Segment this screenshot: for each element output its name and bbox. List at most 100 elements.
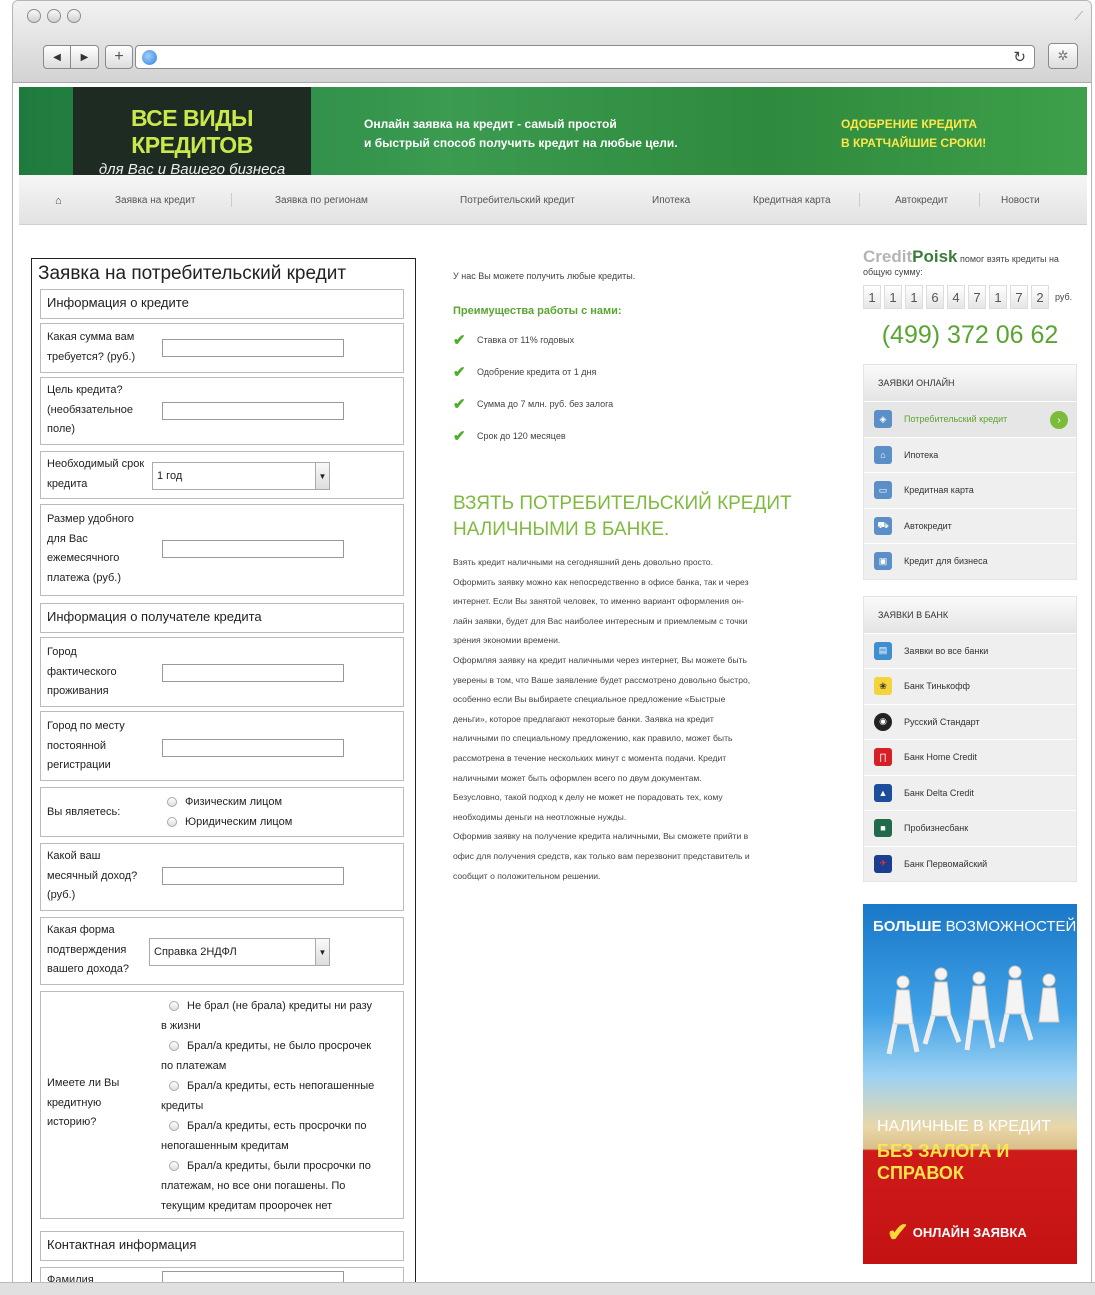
menu-item-credit-request[interactable]: Заявка на кредит	[115, 195, 195, 206]
banner-slogan-line: и быстрый способ получить кредит на любы…	[364, 136, 678, 150]
sidebar-item-pervomaisky[interactable]: ✈ Банк Первомайский	[864, 845, 1076, 882]
radio-individual[interactable]: Физическим лицом	[167, 792, 282, 812]
radio-button[interactable]	[167, 817, 177, 828]
sidebar-item-russian-standard[interactable]: ◉ Русский Стандарт	[864, 703, 1076, 740]
checkmark-icon: ✔	[887, 1217, 909, 1247]
home-icon[interactable]: ⌂	[55, 195, 62, 207]
forward-button[interactable]: ▶	[71, 45, 99, 69]
income-row: Какой ваш месячный доход? (руб.)	[40, 843, 404, 911]
banner-promo: ОДОБРЕНИЕ КРЕДИТА В КРАТЧАЙШИЕ СРОКИ!	[841, 115, 986, 153]
sidebar-item-home-credit[interactable]: ∏ Банк Home Credit	[864, 739, 1076, 775]
radio-history-no-overdue[interactable]: Брал/а кредиты, не было просрочек по пла…	[161, 1036, 401, 1076]
menu-divider	[859, 193, 860, 207]
city-label: Город фактического проживания	[47, 643, 117, 702]
counter-digit: 7	[1010, 285, 1028, 309]
sidebar-item-credit-card[interactable]: ▭ Кредитная карта	[864, 472, 1076, 508]
online-request-button[interactable]: ✔ ОНЛАЙН ЗАЯВКА	[887, 1217, 1027, 1248]
currency-label: руб.	[1055, 292, 1073, 302]
menu-item-credit-card[interactable]: Кредитная карта	[753, 195, 831, 206]
promo-headline-rest: ВОЗМОЖНОСТЕЙ	[941, 918, 1077, 935]
sidebar-item-consumer-credit[interactable]: ◈ Потребительский кредит ›	[864, 401, 1076, 437]
advantage-item: ✔ Ставка от 11% годовых	[453, 331, 813, 349]
article-line: уверены в том, что Ваше заявление будет …	[453, 674, 751, 685]
city-input[interactable]	[162, 664, 344, 682]
label-line: проживания	[47, 685, 109, 697]
radio-button[interactable]	[169, 1121, 179, 1132]
income-proof-select[interactable]: Справка 2НДФЛ ▼	[149, 938, 330, 966]
radio-history-never[interactable]: Не брал (не брала) кредиты ни разу в жиз…	[161, 996, 401, 1036]
promo-banner[interactable]: БОЛЬШЕ ВОЗМОЖНОСТЕЙ НАЛИЧНЫЕ В КРЕДИТ БЕ…	[863, 904, 1077, 1264]
promo-headline-bold: БОЛЬШЕ	[873, 918, 942, 935]
check-icon: ✔	[453, 364, 466, 381]
radio-button[interactable]	[169, 1001, 179, 1012]
income-proof-label: Какая форма подтверждения вашего дохода?	[47, 921, 129, 980]
sidebar-item-autocredit[interactable]: ⛟ Автокредит	[864, 507, 1076, 544]
radio-button[interactable]	[169, 1161, 179, 1172]
payment-input[interactable]	[162, 540, 344, 558]
income-proof-value: Справка 2НДФЛ	[154, 946, 237, 958]
sidebar-item-label: Кредитная карта	[904, 485, 974, 496]
document-icon: ▤	[874, 641, 892, 660]
intro-text: У нас Вы можете получить любые кредиты.	[453, 271, 636, 281]
sidebar-item-delta-credit[interactable]: ▲ Банк Delta Credit	[864, 774, 1076, 811]
article-line: Оформить заявку можно как непосредственн…	[453, 576, 749, 587]
phone-number[interactable]: (499) 372 06 62	[863, 321, 1077, 350]
purpose-input[interactable]	[162, 402, 344, 420]
sidebar-item-mortgage[interactable]: ⌂ Ипотека	[864, 436, 1076, 473]
income-input[interactable]	[162, 867, 344, 885]
label-line: Город по месту	[47, 720, 125, 732]
radio-history-overdue[interactable]: Брал/а кредиты, есть просрочки по непога…	[161, 1116, 401, 1156]
sidebar-item-all-banks[interactable]: ▤ Заявки во все банки	[864, 632, 1076, 669]
minimize-window-button[interactable]	[47, 9, 61, 23]
new-tab-button[interactable]: +	[105, 45, 133, 69]
radio-button[interactable]	[169, 1081, 179, 1092]
check-icon: ✔	[453, 428, 466, 445]
site-logo[interactable]: ВСЕ ВИДЫ КРЕДИТОВ для Вас и Вашего бизне…	[73, 87, 311, 178]
menu-item-news[interactable]: Новости	[1001, 195, 1040, 206]
menu-item-mortgage[interactable]: Ипотека	[652, 195, 690, 206]
sidebar-item-probusinessbank[interactable]: ■ Пробизнесбанк	[864, 810, 1076, 846]
amount-input[interactable]	[162, 339, 344, 357]
reload-icon[interactable]: ↻	[1013, 48, 1026, 66]
person-type-row: Вы являетесь: Физическим лицом Юридическ…	[40, 787, 404, 837]
advantage-text: Ставка от 11% годовых	[477, 335, 575, 345]
menu-item-regions[interactable]: Заявка по регионам	[275, 195, 368, 206]
radio-history-repaid[interactable]: Брал/а кредиты, были просрочки по платеж…	[161, 1156, 401, 1216]
label-line: подтверждения	[47, 943, 127, 956]
briefcase-icon: ▣	[874, 552, 892, 571]
home-credit-logo-icon: ∏	[874, 748, 892, 767]
radio-button[interactable]	[167, 797, 177, 808]
menu-item-consumer-credit[interactable]: Потребительский кредит	[460, 195, 575, 206]
banner-slogan: Онлайн заявка на кредит - самый простой …	[364, 115, 678, 153]
car-icon: ⛟	[874, 516, 892, 535]
sidebar-item-tinkoff[interactable]: ❀ Банк Тинькофф	[864, 668, 1076, 704]
article-line: сообщит о положительном решении.	[453, 870, 601, 881]
advantage-item: ✔ Срок до 120 месяцев	[453, 427, 813, 445]
address-bar[interactable]: ↻	[135, 45, 1035, 69]
radio-button[interactable]	[169, 1041, 179, 1052]
banner-slogan-line: Онлайн заявка на кредит - самый простой	[364, 117, 617, 131]
section-recipient-info: Информация о получателе кредита	[40, 603, 404, 633]
counter-caption: помог взять кредиты на	[957, 254, 1059, 264]
radio-legal-entity[interactable]: Юридическим лицом	[167, 812, 292, 832]
article-line: зрения экономии времени.	[453, 635, 561, 646]
article-line: деньги», которое предлагают некоторые ба…	[453, 713, 714, 724]
arrow-right-icon[interactable]: ›	[1050, 411, 1068, 429]
article-body: Взять кредит наличными на сегодняшний де…	[453, 553, 813, 886]
bug-icon[interactable]: ✲	[1048, 43, 1078, 69]
zoom-window-button[interactable]	[67, 9, 81, 23]
radio-history-unpaid[interactable]: Брал/а кредиты, есть непогашенные кредит…	[161, 1076, 401, 1116]
sidebar-item-label: Кредит для бизнеса	[904, 556, 988, 567]
chevron-down-icon[interactable]: ▼	[315, 463, 329, 489]
registration-input[interactable]	[162, 739, 344, 757]
chevron-down-icon[interactable]: ▼	[315, 939, 329, 965]
term-select[interactable]: 1 год ▼	[152, 462, 330, 490]
close-window-button[interactable]	[27, 9, 41, 23]
creditpoisk-block: CreditPoisk помог взять кредиты на общую…	[863, 247, 1077, 277]
sidebar-item-business-credit[interactable]: ▣ Кредит для бизнеса	[864, 543, 1076, 579]
globe-icon	[142, 50, 157, 65]
label-line: Какая сумма вам	[47, 331, 135, 343]
article-line: лайн заявки, будет для Вас наиболее инте…	[453, 615, 748, 626]
menu-item-autocredit[interactable]: Автокредит	[895, 195, 948, 206]
back-button[interactable]: ◀	[43, 45, 71, 69]
